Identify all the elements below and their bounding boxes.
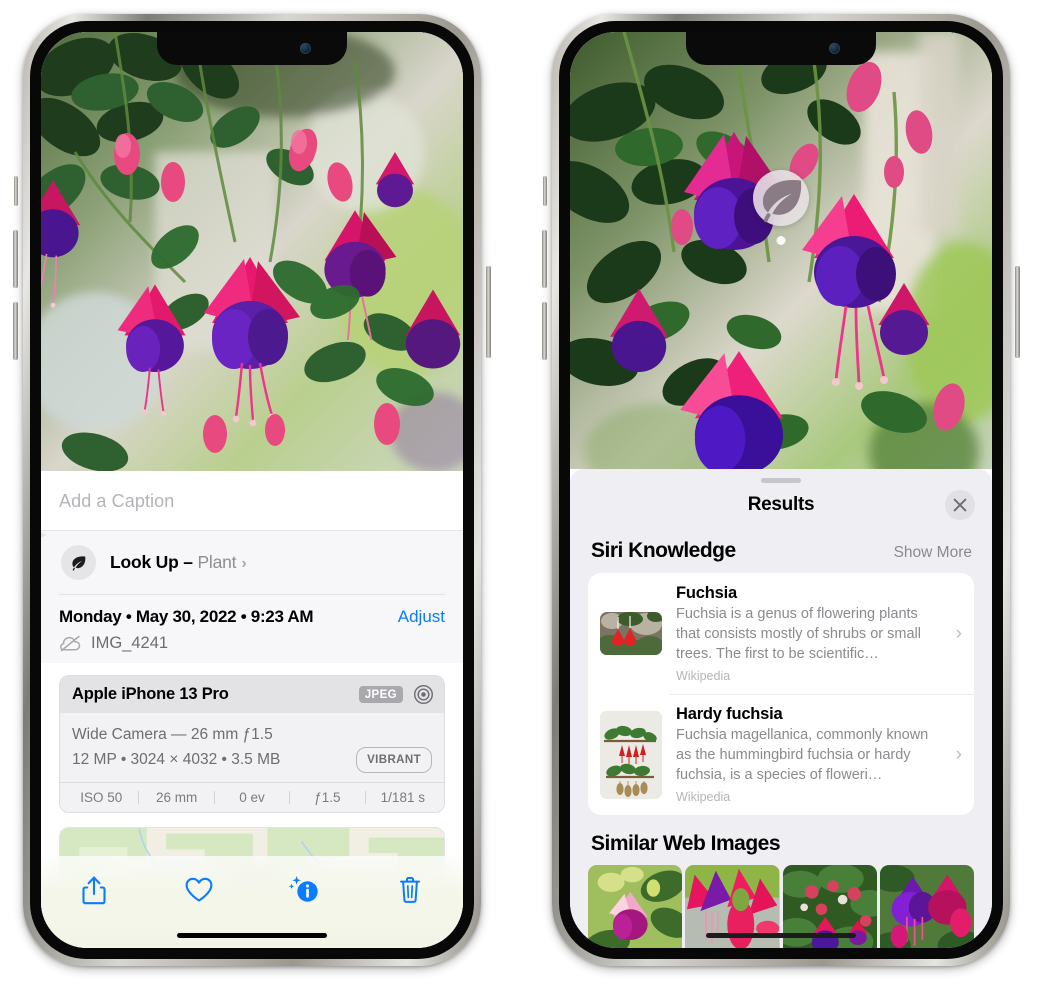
photo-viewer-right[interactable] — [570, 32, 992, 469]
result-title: Hardy fuchsia — [676, 705, 783, 723]
camera-info-card: Apple iPhone 13 Pro JPEG Wide Camera — 2… — [59, 675, 445, 813]
photo-viewer-left[interactable] — [41, 32, 463, 471]
format-badge: JPEG — [358, 686, 403, 703]
list-item[interactable]: Fuchsia Fuchsia is a genus of flowering … — [588, 573, 974, 694]
iphone-device-right: Results Siri Knowledge Show More Fuchsia… — [542, 14, 1020, 966]
home-indicator-left[interactable] — [177, 933, 327, 938]
close-button[interactable] — [945, 490, 975, 520]
info-button[interactable] — [277, 870, 333, 910]
sparkle-icon-large — [41, 532, 47, 538]
chevron-right-icon: › — [955, 743, 962, 765]
siri-knowledge-header: Siri Knowledge Show More — [570, 527, 992, 573]
leaf-icon — [762, 180, 802, 223]
badge-anchor-dot — [776, 236, 786, 246]
exif-aperture: ƒ1.5 — [314, 789, 341, 805]
section-title-siri-knowledge: Siri Knowledge — [591, 539, 736, 562]
caption-input[interactable]: Add a Caption — [41, 471, 463, 531]
list-item[interactable]: Hardy fuchsia Fuchsia magellanica, commo… — [588, 694, 974, 815]
iphone-device-left: Add a Caption Look Up – Plant › Monday •… — [13, 14, 491, 966]
screen-right: Results Siri Knowledge Show More Fuchsia… — [570, 32, 992, 948]
look-up-dash: – — [178, 552, 198, 572]
divider — [59, 594, 445, 595]
device-bezel-left: Add a Caption Look Up – Plant › Monday •… — [30, 21, 474, 959]
icloud-slash-icon — [60, 635, 81, 652]
photographic-style-badge: VIBRANT — [356, 747, 432, 773]
home-indicator-right[interactable] — [706, 933, 856, 938]
volume-down-button-right[interactable] — [542, 302, 547, 360]
screenshot-stage: Add a Caption Look Up – Plant › Monday •… — [0, 0, 1055, 985]
show-more-button[interactable]: Show More — [894, 544, 972, 562]
volume-down-button-left[interactable] — [13, 302, 18, 360]
photo-filename: IMG_4241 — [91, 634, 169, 652]
volume-up-button-left[interactable] — [13, 230, 18, 288]
camera-specs-line: 12 MP • 3024 × 4032 • 3.5 MB — [72, 751, 281, 769]
raw-circle-icon[interactable] — [413, 684, 434, 705]
notch-left — [157, 32, 347, 65]
siri-knowledge-card: Fuchsia Fuchsia is a genus of flowering … — [588, 573, 974, 815]
camera-device-name: Apple iPhone 13 Pro — [72, 685, 229, 703]
exif-exposure-value: 0 ev — [239, 789, 265, 805]
power-button-left[interactable] — [486, 266, 491, 358]
screen-left: Add a Caption Look Up – Plant › Monday •… — [41, 32, 463, 948]
results-header: Results — [570, 483, 992, 527]
result-thumbnail-hardy-fuchsia — [600, 710, 662, 799]
look-up-row[interactable]: Look Up – Plant › — [41, 531, 463, 594]
visual-lookup-badge[interactable] — [753, 170, 809, 246]
result-thumbnail-fuchsia — [600, 612, 662, 655]
result-source: Wikipedia — [676, 790, 731, 804]
chevron-right-icon: › — [955, 622, 962, 644]
visual-lookup-results-sheet: Results Siri Knowledge Show More Fuchsia… — [570, 469, 992, 948]
delete-button[interactable] — [382, 870, 438, 910]
volume-up-button-right[interactable] — [542, 230, 547, 288]
mute-switch-right[interactable] — [543, 176, 547, 206]
camera-lens-line: Wide Camera — 26 mm ƒ1.5 — [72, 726, 273, 743]
result-description: Fuchsia is a genus of flowering plants t… — [676, 606, 921, 662]
photo-info-sheet: Add a Caption Look Up – Plant › Monday •… — [41, 471, 463, 948]
front-camera-icon — [829, 43, 840, 54]
mute-switch-left[interactable] — [14, 176, 18, 206]
power-button-right[interactable] — [1015, 266, 1020, 358]
result-title: Fuchsia — [676, 584, 737, 602]
camera-card-header: Apple iPhone 13 Pro JPEG — [60, 676, 444, 713]
exif-row: ISO 50 26 mm 0 ev ƒ1.5 1/181 s — [60, 781, 444, 812]
result-source: Wikipedia — [676, 669, 731, 683]
favorite-button[interactable] — [171, 870, 227, 910]
device-bezel-right: Results Siri Knowledge Show More Fuchsia… — [559, 21, 1003, 959]
exif-iso: ISO 50 — [80, 789, 123, 805]
leaf-icon — [61, 545, 96, 580]
close-icon — [953, 498, 967, 512]
result-description: Fuchsia magellanica, commonly known as t… — [676, 727, 929, 783]
camera-card-body: Wide Camera — 26 mm ƒ1.5 12 MP • 3024 × … — [60, 713, 444, 782]
adjust-button[interactable]: Adjust — [398, 607, 445, 627]
section-title-similar-web-images: Similar Web Images — [591, 832, 781, 855]
look-up-subject: Plant — [197, 552, 237, 572]
chevron-right-icon: › — [241, 555, 247, 572]
look-up-title: Look Up — [110, 552, 179, 572]
results-title: Results — [747, 494, 815, 515]
front-camera-icon — [300, 43, 311, 54]
exif-focal-length: 26 mm — [155, 789, 198, 805]
share-button[interactable] — [66, 870, 122, 910]
similar-image-1[interactable] — [588, 865, 683, 948]
photo-metadata-block: Monday • May 30, 2022 • 9:23 AM Adjust I… — [41, 594, 463, 663]
look-up-label: Look Up – Plant › — [110, 552, 247, 573]
exif-shutter-speed: 1/181 s — [380, 789, 425, 805]
similar-image-4[interactable] — [879, 865, 974, 948]
notch-right — [686, 32, 876, 65]
photo-date: Monday • May 30, 2022 • 9:23 AM — [59, 607, 314, 626]
